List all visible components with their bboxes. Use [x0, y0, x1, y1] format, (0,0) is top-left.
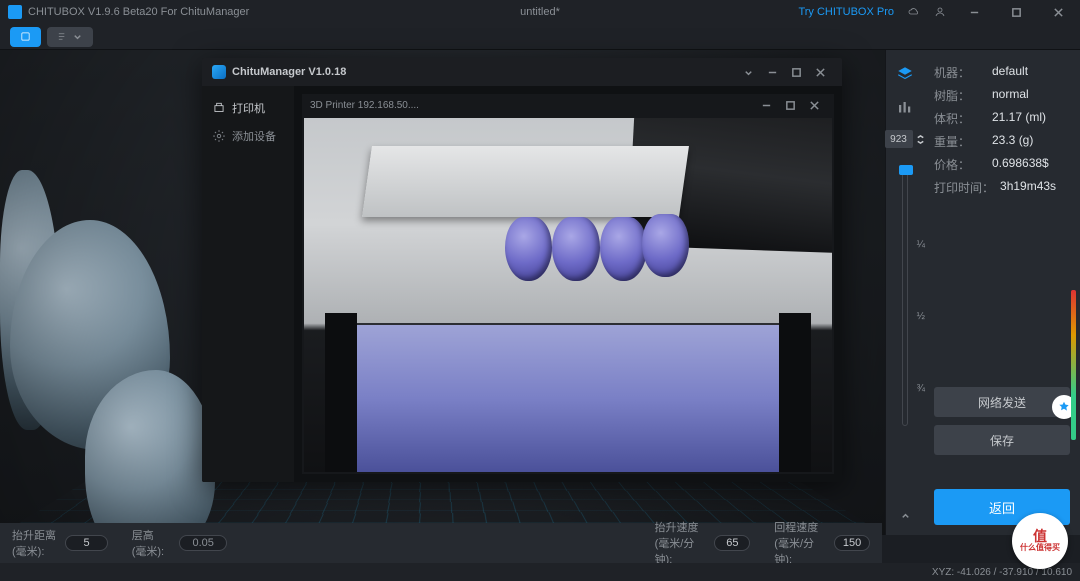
sidebar-item-add-device[interactable]: 添加设备 — [202, 122, 294, 150]
camera-maximize-button[interactable] — [778, 95, 802, 115]
right-panel: 923 ½ ¾ 机器： default 树脂： normal 体积： 21.17 (m… — [885, 50, 1080, 535]
resin-value: normal — [992, 87, 1029, 104]
modal-maximize-button[interactable] — [784, 62, 808, 82]
volume-label: 体积： — [934, 110, 986, 127]
modal-title: ChituManager V1.0.18 — [232, 66, 346, 78]
price-label: 价格： — [934, 156, 986, 173]
gear-icon — [212, 129, 226, 143]
weight-value: 23.3 (g) — [992, 133, 1033, 150]
modal-logo — [212, 65, 226, 79]
toolbar-tab-secondary[interactable] — [47, 27, 93, 47]
save-button[interactable]: 保存 — [934, 425, 1070, 455]
layer-input[interactable]: 923 — [885, 130, 913, 148]
watermark: 值 什么值得买 — [1012, 513, 1068, 569]
camera-title: 3D Printer 192.168.50.... — [310, 100, 419, 111]
modal-titlebar[interactable]: ChituManager V1.0.18 — [202, 58, 842, 86]
camera-feed — [304, 118, 832, 472]
bars-icon[interactable] — [893, 96, 917, 120]
machine-value: default — [992, 64, 1028, 81]
minimize-button[interactable] — [960, 0, 988, 24]
lift-speed-value[interactable]: 65 — [714, 535, 750, 551]
camera-close-button[interactable] — [802, 95, 826, 115]
retract-speed-label: 回程速度 (毫米/分钟): — [774, 519, 826, 567]
modal-close-button[interactable] — [808, 62, 832, 82]
retract-speed-value[interactable]: 150 — [834, 535, 870, 551]
camera-minimize-button[interactable] — [754, 95, 778, 115]
time-value: 3h19m43s — [1000, 179, 1056, 196]
print-params-bar: 抬升距离(毫米): 5 层高 (毫米): 0.05 抬升速度 (毫米/分钟): … — [0, 523, 882, 563]
layers-icon[interactable] — [893, 62, 917, 86]
modal-minimize-button[interactable] — [760, 62, 784, 82]
titlebar: CHITUBOX V1.9.6 Beta20 For ChituManager … — [0, 0, 1080, 24]
sidebar-item-printer[interactable]: 打印机 — [202, 94, 294, 122]
lift-speed-label: 抬升速度 (毫米/分钟): — [655, 519, 707, 567]
volume-value: 21.17 (ml) — [992, 110, 1046, 127]
close-button[interactable] — [1044, 0, 1072, 24]
layer-slider[interactable]: ½ ¾ — [902, 166, 908, 426]
toolbar — [0, 24, 1080, 50]
camera-window: 3D Printer 192.168.50.... — [302, 94, 834, 474]
document-title: untitled* — [520, 6, 560, 18]
network-send-button[interactable]: 网络发送 — [934, 387, 1070, 417]
modal-chevron-down-icon[interactable] — [736, 62, 760, 82]
maximize-button[interactable] — [1002, 0, 1030, 24]
slider-handle[interactable] — [899, 165, 913, 175]
lift-dist-value[interactable]: 5 — [65, 535, 107, 551]
level-indicator — [1071, 290, 1076, 440]
camera-titlebar[interactable]: 3D Printer 192.168.50.... — [302, 94, 834, 116]
cloud-icon[interactable] — [908, 6, 920, 18]
lift-dist-label: 抬升距离(毫米): — [12, 527, 57, 559]
layer-height-label: 层高 (毫米): — [132, 527, 171, 559]
resin-label: 树脂： — [934, 87, 986, 104]
time-label: 打印时间： — [934, 179, 994, 196]
app-logo — [8, 5, 22, 19]
weight-label: 重量： — [934, 133, 986, 150]
modal-sidebar: 打印机 添加设备 — [202, 86, 294, 482]
try-pro-link[interactable]: Try CHITUBOX Pro — [798, 6, 894, 18]
printer-icon — [212, 101, 226, 115]
status-bar: XYZ: -41.026 / -37.910 / 10.610 — [0, 563, 1080, 581]
layer-height-value[interactable]: 0.05 — [179, 535, 227, 551]
xyz-readout: XYZ: -41.026 / -37.910 / 10.610 — [932, 567, 1072, 578]
user-icon[interactable] — [934, 6, 946, 18]
price-value: 0.698638$ — [992, 156, 1049, 173]
panel-collapse-icon[interactable] — [900, 511, 911, 525]
toolbar-tab-active[interactable] — [10, 27, 41, 47]
machine-label: 机器： — [934, 64, 986, 81]
app-title: CHITUBOX V1.9.6 Beta20 For ChituManager — [28, 6, 249, 18]
chitumanager-window: ChituManager V1.0.18 打印机 添加设备 — [202, 58, 842, 482]
